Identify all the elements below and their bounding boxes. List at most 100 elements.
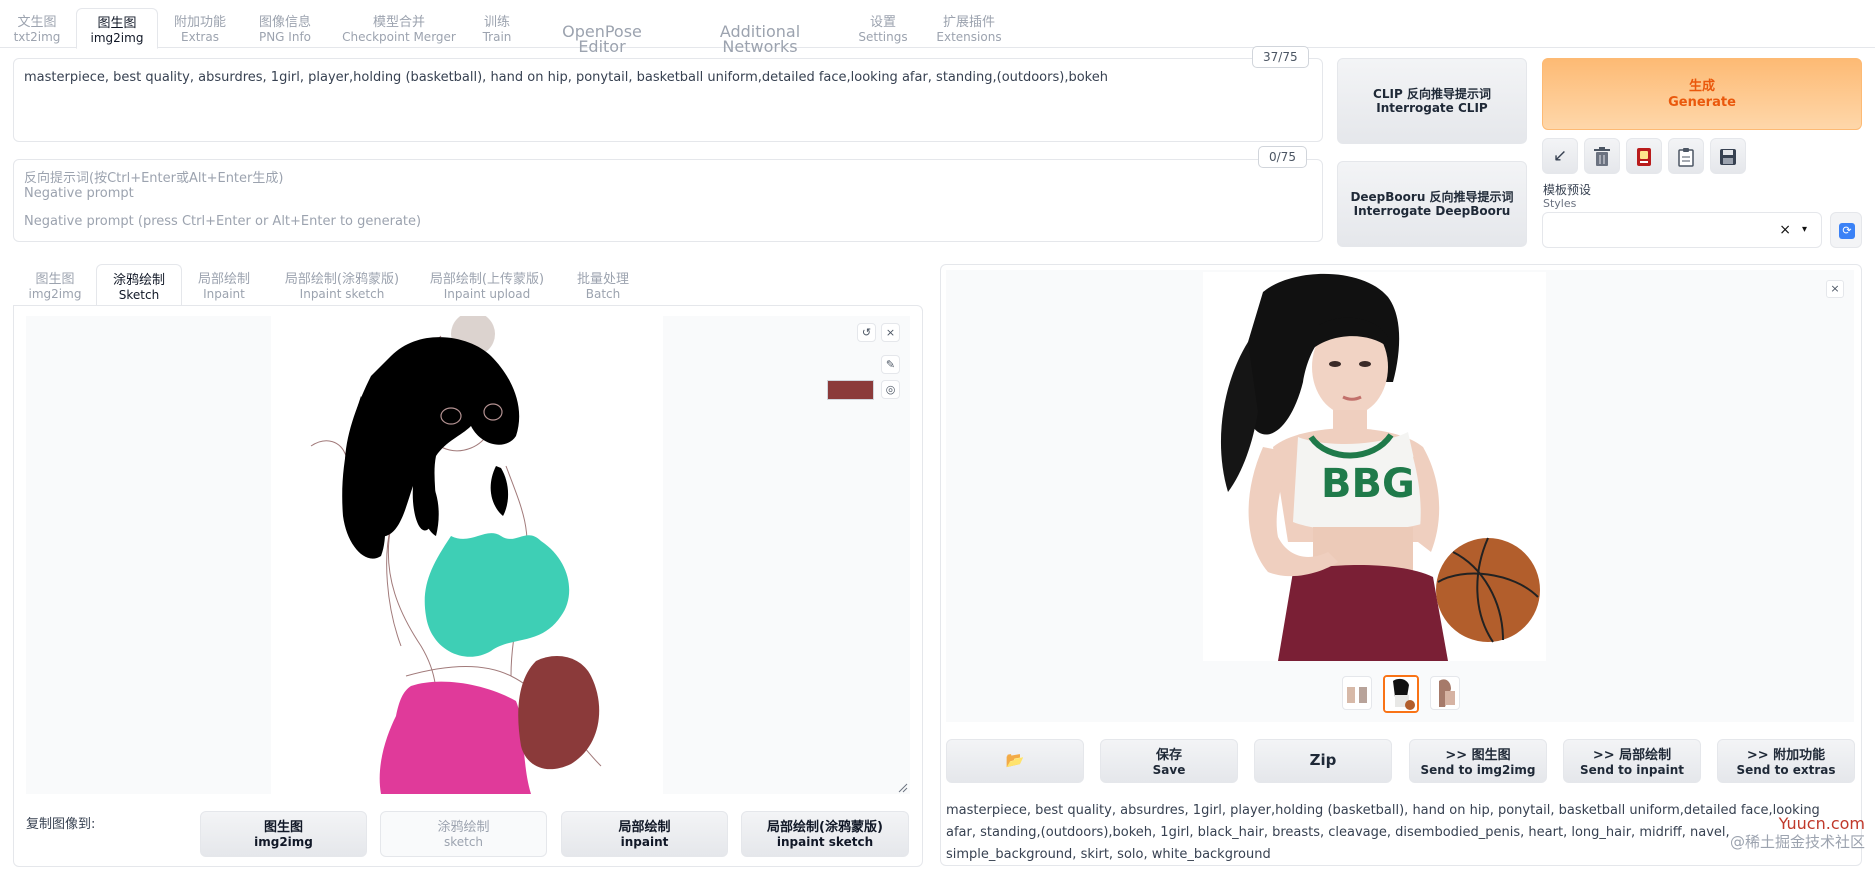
resize-handle-icon[interactable]: [898, 783, 908, 793]
tab-checkpoint-merger[interactable]: 模型合并 Checkpoint Merger: [342, 8, 456, 48]
jersey-text: BBG: [1321, 461, 1415, 507]
button-label: >> 图生图: [1445, 748, 1511, 763]
copy-to-img2img-button[interactable]: 图生图 img2img: [200, 811, 367, 857]
tab-png-info[interactable]: 图像信息 PNG Info: [250, 8, 320, 48]
button-sublabel: Save: [1152, 763, 1186, 777]
button-sublabel: inpaint: [620, 835, 669, 849]
generate-button[interactable]: 生成 Generate: [1542, 58, 1862, 130]
gallery-thumb[interactable]: [1430, 676, 1460, 710]
brush-color-swatch[interactable]: [827, 380, 874, 400]
trash-icon: [1594, 147, 1610, 166]
button-label: 生成: [1688, 79, 1715, 94]
styles-label: 模板预设 Styles: [1543, 184, 1591, 211]
thumb-image: [1439, 679, 1455, 707]
prompt-text: masterpiece, best quality, absurdres, 1g…: [24, 70, 1108, 85]
copy-to-inpaint-sketch-button[interactable]: 局部绘制(涂鸦蒙版) inpaint sketch: [741, 811, 909, 857]
tab-extensions[interactable]: 扩展插件 Extensions: [934, 8, 1004, 48]
button-sublabel: Send to inpaint: [1580, 763, 1684, 777]
negative-token-counter: 0/75: [1258, 146, 1307, 168]
tab-settings[interactable]: 设置 Settings: [856, 8, 910, 48]
send-to-inpaint-button[interactable]: >> 局部绘制 Send to inpaint: [1563, 739, 1701, 783]
apply-style-button[interactable]: [1668, 138, 1704, 174]
watermark-text: @稀土掘金技术社区: [1729, 833, 1865, 851]
tab-label: 文生图: [17, 15, 57, 30]
undo-icon: ↺: [861, 326, 872, 339]
button-label: 图生图: [263, 820, 303, 835]
tab-sublabel: img2img: [90, 31, 144, 45]
copy-to-inpaint-button[interactable]: 局部绘制 inpaint: [561, 811, 728, 857]
tab-openpose-editor[interactable]: OpenPose Editor: [536, 8, 668, 55]
subtab-sketch[interactable]: 涂鸦绘制 Sketch: [96, 264, 182, 306]
refresh-styles-button[interactable]: ⟳: [1830, 212, 1862, 248]
subtab-img2img[interactable]: 图生图 img2img: [24, 264, 86, 306]
tab-sublabel: Checkpoint Merger: [342, 30, 456, 44]
button-label: 局部绘制: [618, 820, 671, 835]
tab-train[interactable]: 训练 Train: [474, 8, 520, 48]
card-icon: [1637, 148, 1651, 166]
tab-label: Additional Networks: [719, 22, 801, 56]
tab-sublabel: PNG Info: [258, 30, 312, 44]
tab-additional-networks[interactable]: Additional Networks: [684, 8, 836, 55]
interrogate-deepbooru-button[interactable]: DeepBooru 反向推导提示词 Interrogate DeepBooru: [1337, 161, 1527, 247]
gallery-thumb-selected[interactable]: [1383, 675, 1419, 713]
open-folder-button[interactable]: 📂: [946, 739, 1084, 783]
styles-dropdown[interactable]: × ▾: [1542, 212, 1822, 248]
prompt-token-counter: 37/75: [1252, 46, 1309, 68]
read-params-button[interactable]: ↙: [1542, 138, 1578, 174]
tab-sublabel: Extras: [181, 30, 219, 44]
tab-extras[interactable]: 附加功能 Extras: [166, 8, 234, 48]
send-to-extras-button[interactable]: >> 附加功能 Send to extras: [1717, 739, 1855, 783]
close-icon: ×: [1830, 282, 1840, 295]
copy-image-to-label: 复制图像到:: [26, 817, 96, 832]
clear-prompt-button[interactable]: [1584, 138, 1620, 174]
button-sublabel: img2img: [254, 835, 313, 849]
chevron-down-icon: ▾: [1801, 224, 1807, 235]
clear-icon[interactable]: ×: [1779, 222, 1791, 238]
watermark-accent: Yuucn.com: [1778, 814, 1865, 833]
tab-img2img[interactable]: 图生图 img2img: [76, 8, 158, 49]
tab-label: 图像信息: [258, 15, 311, 30]
brush-size-button[interactable]: ✎: [881, 355, 900, 374]
subtab-inpaint-sketch[interactable]: 局部绘制(涂鸦蒙版) Inpaint sketch: [276, 264, 408, 306]
generated-image: BBG: [1203, 272, 1546, 661]
tab-sublabel: Batch: [585, 287, 621, 301]
tab-txt2img[interactable]: 文生图 txt2img: [6, 8, 68, 48]
tab-label: 扩展插件: [942, 15, 995, 30]
result-image[interactable]: BBG: [1203, 272, 1546, 661]
tab-sublabel: Settings: [858, 30, 908, 44]
copy-to-sketch-button: 涂鸦绘制 sketch: [380, 811, 547, 857]
zip-button[interactable]: Zip: [1254, 739, 1392, 783]
button-label: 局部绘制(涂鸦蒙版): [767, 820, 883, 835]
sketch-drawing: [310, 312, 602, 795]
clear-canvas-button[interactable]: ×: [881, 323, 900, 342]
tab-label: 设置: [869, 15, 896, 30]
button-label: 保存: [1155, 748, 1182, 763]
undo-button[interactable]: ↺: [857, 323, 876, 342]
generation-info: masterpiece, best quality, absurdres, 1g…: [946, 803, 1820, 862]
watermark: Yuucn.com @稀土掘金技术社区: [1729, 814, 1865, 852]
tab-label: 局部绘制(涂鸦蒙版): [284, 272, 400, 287]
save-style-button[interactable]: [1710, 138, 1746, 174]
tab-sublabel: Extensions: [936, 30, 1002, 44]
subtab-inpaint[interactable]: 局部绘制 Inpaint: [192, 264, 256, 306]
styles-label-sub: Styles: [1543, 197, 1577, 210]
color-picker-button[interactable]: ◎: [881, 380, 900, 399]
tab-sublabel: Inpaint: [203, 287, 245, 301]
brush-icon: ✎: [885, 358, 896, 371]
sketch-canvas[interactable]: [271, 312, 663, 795]
subtab-batch[interactable]: 批量处理 Batch: [570, 264, 636, 306]
save-button[interactable]: 保存 Save: [1100, 739, 1238, 783]
save-icon: [1720, 149, 1736, 165]
send-to-img2img-button[interactable]: >> 图生图 Send to img2img: [1409, 739, 1547, 783]
subtab-inpaint-upload[interactable]: 局部绘制(上传蒙版) Inpaint upload: [424, 264, 550, 306]
tab-label: 涂鸦绘制: [112, 273, 165, 288]
close-icon: ×: [885, 326, 896, 339]
extra-networks-button[interactable]: [1626, 138, 1662, 174]
close-gallery-button[interactable]: ×: [1826, 280, 1844, 298]
gallery-thumb[interactable]: [1342, 676, 1372, 710]
tab-sublabel: img2img: [28, 287, 82, 301]
tab-label: 局部绘制(上传蒙版): [429, 272, 545, 287]
interrogate-clip-button[interactable]: CLIP 反向推导提示词 Interrogate CLIP: [1337, 58, 1527, 144]
negative-prompt-hint: Negative prompt (press Ctrl+Enter or Alt…: [24, 214, 422, 229]
button-sublabel: Send to extras: [1736, 763, 1836, 777]
